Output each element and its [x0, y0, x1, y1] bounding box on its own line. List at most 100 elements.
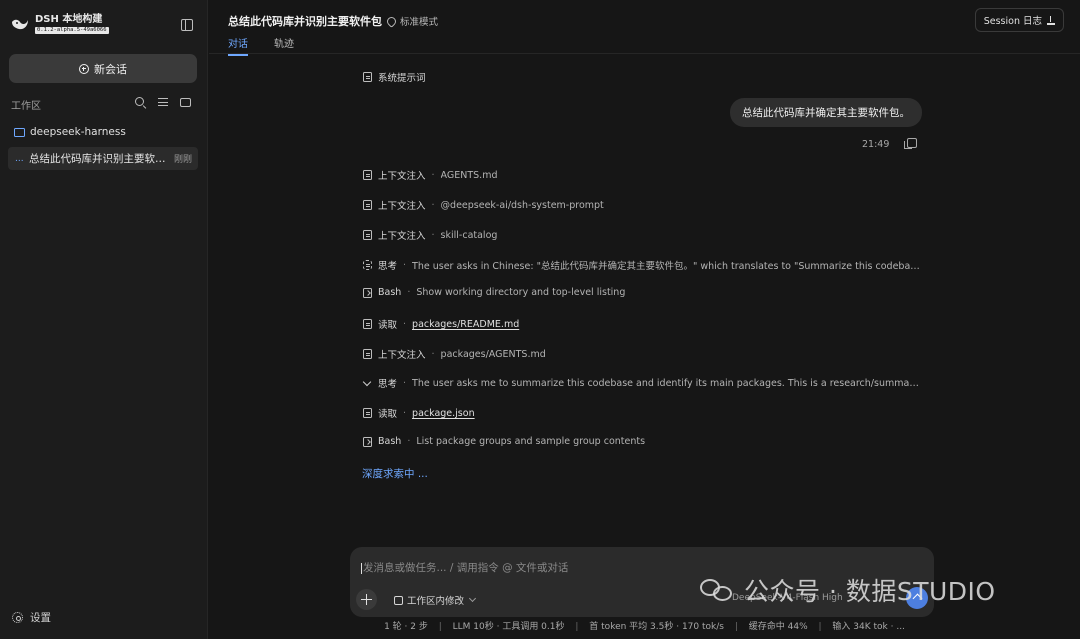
- document-icon: [363, 200, 372, 210]
- file-link[interactable]: packages/README.md: [412, 319, 519, 330]
- folder-icon: [14, 127, 25, 137]
- step-item[interactable]: 读取 · packages/README.md: [363, 317, 519, 331]
- session-log-label: Session 日志: [983, 16, 1042, 27]
- sidebar: DSH 本地构建 0.1.2-alpha.5-49a6066 新会话 工作区 d…: [0, 0, 208, 639]
- conversation-header: 总结此代码库并识别主要软件包 标准模式 对话 轨迹 Session 日志: [209, 0, 1080, 56]
- step-separator: ·: [431, 229, 435, 241]
- step-item[interactable]: 上下文注入 · packages/AGENTS.md: [363, 347, 546, 361]
- step-separator: ·: [431, 348, 435, 360]
- document-icon: [363, 349, 372, 359]
- file-link[interactable]: package.json: [412, 408, 475, 419]
- status-separator: |: [818, 622, 822, 632]
- whale-logo-icon: [12, 19, 28, 30]
- step-item[interactable]: 上下文注入 · @deepseek-ai/dsh-system-prompt: [363, 198, 604, 212]
- workspace-label: 工作区: [11, 101, 41, 112]
- sidebar-toggle-icon[interactable]: [181, 19, 193, 31]
- step-label: 上下文注入: [378, 171, 426, 182]
- step-label: 上下文注入: [378, 350, 426, 361]
- workspace-edit-label: 工作区内修改: [407, 596, 465, 607]
- step-label: 思考: [378, 379, 398, 390]
- add-attachment-button[interactable]: [356, 589, 377, 610]
- status-separator: |: [575, 622, 579, 632]
- step-detail: The user asks in Chinese: "总结此代码库并确定其主要软…: [412, 261, 923, 272]
- step-separator: ·: [403, 377, 407, 389]
- plus-circle-icon: [79, 63, 89, 74]
- status-input-tokens: 输入 34K tok · ...: [832, 622, 905, 632]
- status-bar: 1 轮 · 2 步 | LLM 10秒 · 工具调用 0.1秒 | 首 toke…: [209, 619, 1080, 635]
- terminal-icon: [363, 436, 372, 447]
- step-label: Bash: [378, 436, 402, 447]
- step-item[interactable]: Bash · Show working directory and top-le…: [363, 287, 625, 298]
- mode-label: 标准模式: [400, 17, 439, 28]
- step-label: 上下文注入: [378, 231, 426, 242]
- brain-icon: [363, 260, 372, 270]
- download-icon: [1047, 15, 1055, 25]
- filter-icon[interactable]: [157, 96, 169, 108]
- step-separator: ·: [431, 199, 435, 211]
- step-separator: ·: [431, 169, 435, 181]
- tab-trajectory[interactable]: 轨迹: [274, 35, 294, 50]
- document-icon: [363, 319, 372, 329]
- edit-scope-icon: [394, 595, 403, 605]
- gear-icon: [12, 612, 23, 623]
- sidebar-folder-deepseek-harness[interactable]: deepseek-harness: [14, 126, 126, 138]
- tab-conversation[interactable]: 对话: [228, 35, 248, 56]
- step-detail: The user asks me to summarize this codeb…: [412, 377, 923, 389]
- search-icon[interactable]: [134, 96, 146, 108]
- step-label: 读取: [378, 320, 398, 331]
- step-separator: ·: [403, 407, 407, 419]
- message-input[interactable]: 发消息或做任务... / 调用指令 @ 文件或对话: [361, 560, 568, 575]
- settings-button[interactable]: 设置: [12, 610, 51, 625]
- step-detail: skill-catalog: [440, 229, 498, 241]
- folder-name: deepseek-harness: [30, 126, 126, 138]
- step-separator: ·: [407, 436, 411, 447]
- session-log-button[interactable]: Session 日志: [974, 8, 1064, 32]
- step-item[interactable]: 上下文注入 · skill-catalog: [363, 228, 497, 242]
- terminal-icon: [363, 287, 372, 298]
- settings-label: 设置: [30, 612, 51, 624]
- step-item[interactable]: 上下文注入 · AGENTS.md: [363, 168, 498, 182]
- step-label: 读取: [378, 409, 398, 420]
- session-time: 刚刚: [173, 155, 192, 165]
- copy-icon[interactable]: [904, 138, 917, 149]
- status-separator: |: [438, 622, 442, 632]
- step-label: 思考: [378, 261, 398, 272]
- document-icon: [363, 408, 372, 418]
- status-llm-time: LLM 10秒 · 工具调用 0.1秒: [452, 622, 565, 632]
- chevron-down-icon[interactable]: [363, 378, 372, 388]
- message-composer[interactable]: 发消息或做任务... / 调用指令 @ 文件或对话 工作区内修改 DeepSee…: [350, 547, 934, 617]
- step-detail: Show working directory and top-level lis…: [416, 287, 626, 298]
- step-separator: ·: [403, 318, 407, 330]
- status-cache: 缓存命中 44%: [748, 622, 808, 632]
- workspace-edit-select[interactable]: 工作区内修改: [394, 593, 477, 607]
- chevron-down-icon: [468, 594, 477, 603]
- sidebar-session-item[interactable]: ... 总结此代码库并识别主要软件包 刚刚: [8, 147, 198, 170]
- model-selector[interactable]: DeepSeek-V4-Flash High: [732, 593, 843, 603]
- new-folder-icon[interactable]: [180, 98, 191, 107]
- brand-name: DSH 本地构建: [35, 14, 103, 25]
- mode-icon: [385, 14, 398, 28]
- step-item[interactable]: Bash · List package groups and sample gr…: [363, 436, 645, 447]
- mode-indicator[interactable]: 标准模式: [385, 14, 439, 28]
- page-title: 总结此代码库并识别主要软件包: [228, 15, 382, 28]
- system-prompt-item[interactable]: 系统提示词: [363, 70, 426, 84]
- status-first-token: 首 token 平均 3.5秒 · 170 tok/s: [589, 622, 724, 632]
- send-button[interactable]: [906, 587, 928, 609]
- document-icon: [363, 230, 372, 240]
- status-separator: |: [734, 622, 738, 632]
- session-loading-indicator: ...: [15, 153, 24, 164]
- document-icon: [363, 170, 372, 180]
- step-item[interactable]: 思考 · The user asks in Chinese: "总结此代码库并确…: [363, 258, 922, 272]
- step-separator: ·: [407, 287, 411, 298]
- new-chat-button[interactable]: 新会话: [9, 54, 197, 83]
- step-separator: ·: [403, 259, 407, 271]
- user-message: 总结此代码库并确定其主要软件包。: [730, 98, 922, 127]
- step-detail: @deepseek-ai/dsh-system-prompt: [440, 199, 604, 211]
- step-label: Bash: [378, 287, 402, 298]
- session-title: 总结此代码库并识别主要软件包: [29, 153, 168, 165]
- step-item-expanded[interactable]: 思考 · The user asks me to summarize this …: [363, 376, 923, 391]
- step-item[interactable]: 读取 · package.json: [363, 406, 475, 420]
- message-timestamp: 21:49: [862, 139, 890, 150]
- user-message-text: 总结此代码库并确定其主要软件包。: [742, 107, 910, 119]
- brand-version: 0.1.2-alpha.5-49a6066: [35, 27, 109, 34]
